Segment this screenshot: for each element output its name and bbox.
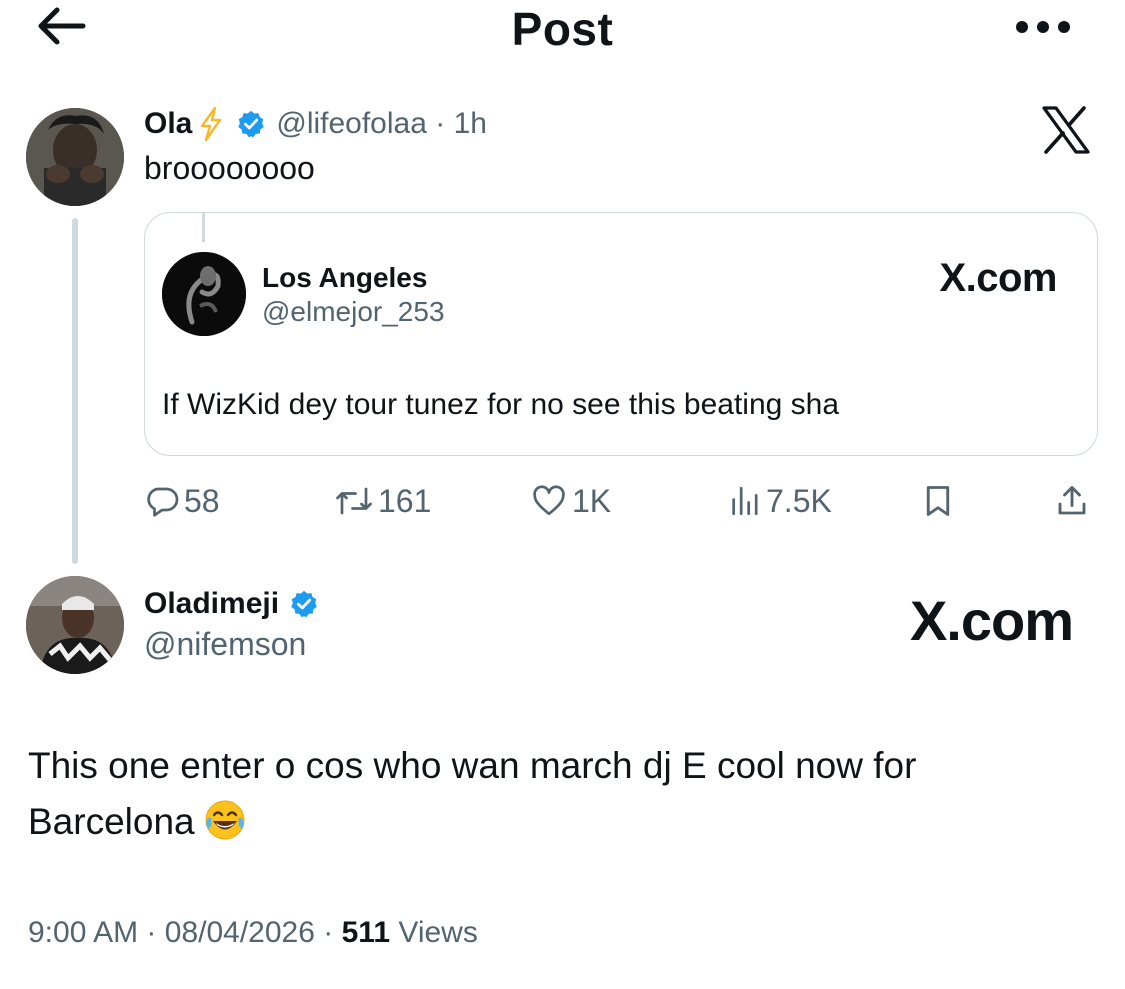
author-name[interactable]: Ola (144, 107, 192, 141)
share-button[interactable] (1054, 478, 1094, 524)
meta-separator: · (435, 107, 446, 140)
more-options-button[interactable] (1013, 12, 1073, 42)
quoted-brand-watermark: X.com (939, 256, 1057, 300)
lightning-icon (201, 106, 222, 142)
reply-button[interactable]: 58 (144, 478, 220, 524)
quote-connector (202, 212, 205, 242)
post-date[interactable]: 08/04/2026 (165, 916, 315, 949)
post-time[interactable]: 9:00 AM (28, 916, 138, 949)
quoted-text: If WizKid dey tour tunez for no see this… (162, 388, 840, 421)
share-icon (1058, 486, 1086, 515)
meta-separator: · (323, 916, 334, 949)
quoted-avatar[interactable] (162, 252, 246, 336)
reply-author-handle[interactable]: @nifemson (144, 626, 306, 663)
post-meta: 9:00 AM · 08/04/2026 · 511 Views (28, 916, 478, 950)
action-bar: 58 161 1K 7.5K (144, 478, 1098, 524)
tweet-text: broooooooo (144, 150, 315, 186)
quoted-author-name[interactable]: Los Angeles (262, 262, 427, 294)
reply-text-block: This one enter o cos who wan march dj E … (28, 738, 1068, 850)
views-total: 511 (341, 916, 391, 949)
reply-author-name[interactable]: Oladimeji (144, 587, 279, 621)
bookmark-icon (926, 486, 950, 516)
timestamp[interactable]: 1h (454, 107, 487, 140)
author-handle[interactable]: @lifeofolaa (276, 107, 427, 140)
views-button[interactable]: 7.5K (728, 478, 832, 524)
like-button[interactable]: 1K (530, 478, 611, 524)
reply-text: This one enter o cos who wan march dj E … (28, 745, 917, 842)
reply-icon (147, 487, 179, 517)
page-title: Post (511, 3, 614, 55)
reply-avatar-photo (26, 576, 124, 674)
avatar-photo (26, 108, 124, 206)
more-icon (1016, 21, 1070, 33)
laughing-tears-emoji-icon (205, 800, 245, 840)
reply-count: 58 (184, 482, 220, 519)
like-icon (533, 485, 565, 516)
meta-separator: · (146, 916, 157, 949)
thread-line (72, 218, 78, 564)
views-count: 7.5K (766, 482, 832, 519)
verified-badge-icon (291, 590, 317, 618)
avatar[interactable] (26, 108, 124, 206)
reply-brand-watermark: X.com (909, 589, 1074, 652)
views-label: Views (398, 916, 478, 949)
repost-icon (336, 487, 372, 515)
views-icon (732, 486, 758, 516)
verified-badge-icon (238, 110, 265, 138)
quoted-author-handle[interactable]: @elmejor_253 (262, 296, 445, 328)
like-count: 1K (572, 482, 612, 519)
repost-count: 161 (378, 482, 432, 519)
quoted-avatar-photo (162, 252, 246, 336)
repost-button[interactable]: 161 (334, 478, 431, 524)
bookmark-button[interactable] (920, 478, 960, 524)
reply-avatar[interactable] (26, 576, 124, 674)
x-logo-icon (1042, 106, 1090, 154)
